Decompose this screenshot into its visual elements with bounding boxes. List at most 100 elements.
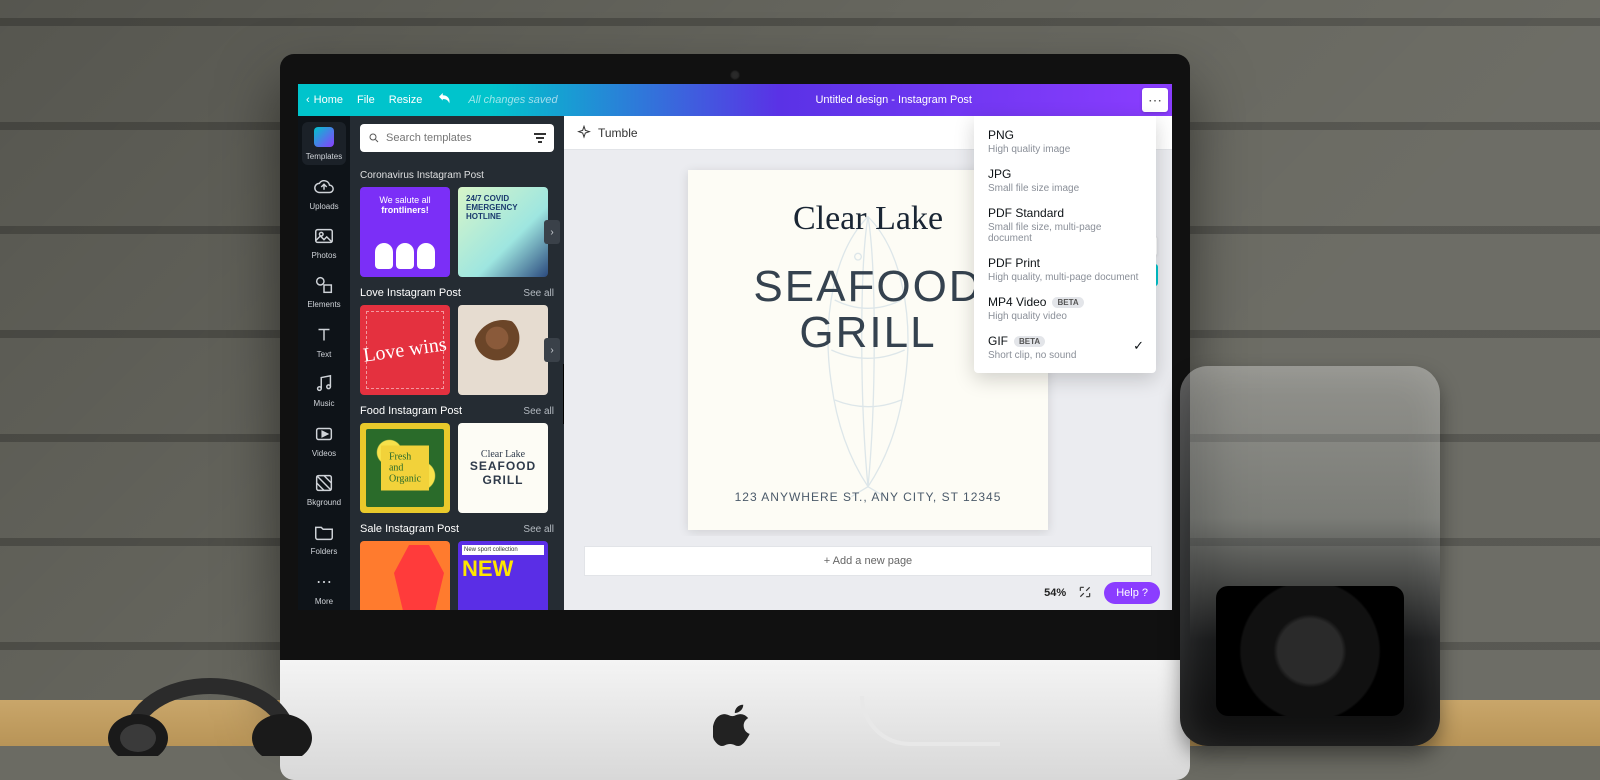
fullscreen-button[interactable]	[1078, 585, 1092, 602]
filter-icon[interactable]	[534, 133, 546, 143]
add-page-button[interactable]: + Add a new page	[584, 546, 1152, 576]
undo-button[interactable]	[436, 90, 454, 111]
rail-templates[interactable]: Templates	[302, 122, 346, 165]
template-thumb[interactable]: 24/7 COVIDEMERGENCYHOTLINE	[458, 187, 548, 277]
thumb-text: Organic	[366, 608, 404, 610]
rail-uploads[interactable]: Uploads	[302, 171, 346, 214]
option-desc: High quality, multi-page document	[988, 272, 1142, 283]
search-input[interactable]	[386, 132, 528, 144]
search-box[interactable]	[360, 124, 554, 152]
section-title: Love Instagram Post	[360, 287, 461, 299]
option-desc: High quality video	[988, 311, 1142, 322]
option-desc: Short clip, no sound	[988, 350, 1142, 361]
background-icon	[313, 472, 335, 494]
imac-frame: ‹ Home File Resize All changes saved Unt…	[280, 54, 1190, 694]
app-body: Templates Uploads Photos Elements Text	[298, 116, 1172, 610]
option-title: PDF Print	[988, 256, 1142, 270]
scroll-right-button[interactable]: ›	[544, 220, 560, 244]
rail-elements[interactable]: Elements	[302, 270, 346, 313]
rail-label: Music	[314, 399, 335, 408]
export-dropdown: PNG High quality image JPG Small file si…	[974, 116, 1156, 373]
search-icon	[368, 131, 380, 145]
template-thumb[interactable]: Love wins	[360, 305, 450, 395]
help-button[interactable]: Help ?	[1104, 582, 1160, 604]
export-option-pdf-standard[interactable]: PDF Standard Small file size, multi-page…	[974, 200, 1156, 250]
rail-label: Templates	[306, 152, 342, 161]
beta-badge: BETA	[1052, 297, 1083, 308]
file-menu[interactable]: File	[357, 94, 375, 106]
video-icon	[313, 423, 335, 445]
rail-folders[interactable]: Folders	[302, 517, 346, 560]
document-title[interactable]: Untitled design - Instagram Post	[815, 94, 972, 106]
rail-label: Folders	[311, 547, 338, 556]
rail-label: Videos	[312, 449, 336, 458]
design-address[interactable]: 123 ANYWHERE ST., ANY CITY, ST 12345	[735, 490, 1002, 504]
scroll-right-button[interactable]: ›	[544, 338, 560, 362]
zoom-level[interactable]: 54%	[1044, 587, 1066, 599]
rail-label: Text	[317, 350, 332, 359]
beta-badge: BETA	[1014, 336, 1045, 347]
design-heading-main[interactable]: SEAFOOD GRILL	[753, 264, 982, 356]
templates-panel: Coronavirus Instagram Post We salute all…	[350, 116, 564, 610]
rail-label: Uploads	[309, 202, 338, 211]
template-thumb[interactable]: New sport collection NEW	[458, 541, 548, 610]
section-title: Sale Instagram Post	[360, 523, 459, 535]
thumb-text: New sport collection	[462, 545, 544, 555]
export-option-mp4[interactable]: MP4 VideoBETA High quality video	[974, 289, 1156, 328]
home-label: Home	[314, 94, 343, 106]
export-option-jpg[interactable]: JPG Small file size image	[974, 161, 1156, 200]
ellipsis-icon: ⋯	[1148, 92, 1162, 109]
canvas-area: Tumble × ⌄ PNG High quality image JPG	[564, 116, 1172, 610]
thumb-text: 24/7 COVID	[466, 194, 509, 203]
more-options-button[interactable]: ⋯	[1142, 88, 1168, 112]
thumb-text: Fresh and Organic	[381, 446, 429, 491]
rail-background[interactable]: Bkground	[302, 468, 346, 511]
template-thumb[interactable]: Organic	[360, 541, 450, 610]
bottom-bar: 54% Help ?	[564, 576, 1172, 610]
rail-more[interactable]: ⋯ More	[302, 567, 346, 610]
rail-music[interactable]: Music	[302, 369, 346, 412]
imac-chin	[280, 660, 1190, 780]
home-button[interactable]: ‹ Home	[306, 94, 343, 106]
expand-icon	[1078, 585, 1092, 599]
thumb-text: We salute all	[379, 195, 430, 205]
option-desc: High quality image	[988, 144, 1142, 155]
folder-icon	[313, 521, 335, 543]
export-option-pdf-print[interactable]: PDF Print High quality, multi-page docum…	[974, 250, 1156, 289]
section-title: Coronavirus Instagram Post	[360, 170, 484, 181]
rail-label: Elements	[307, 300, 340, 309]
chevron-right-icon: ›	[550, 345, 553, 356]
export-option-png[interactable]: PNG High quality image	[974, 122, 1156, 161]
option-desc: Small file size, multi-page document	[988, 222, 1142, 244]
design-heading-script[interactable]: Clear Lake	[793, 200, 943, 238]
option-title: GIF	[988, 334, 1008, 348]
template-thumb[interactable]	[458, 305, 548, 395]
chevron-right-icon: ›	[550, 227, 553, 238]
apple-logo-icon	[713, 702, 757, 758]
resize-menu[interactable]: Resize	[389, 94, 423, 106]
option-desc: Small file size image	[988, 183, 1142, 194]
see-all-link[interactable]: See all	[523, 288, 554, 299]
rail-text[interactable]: Text	[302, 320, 346, 363]
thumb-text: Love wins	[362, 333, 448, 367]
ellipsis-icon: ⋯	[313, 571, 335, 593]
thumb-text: SEAFOOD	[470, 459, 536, 473]
thumb-text: EMERGENCY	[466, 203, 518, 212]
see-all-link[interactable]: See all	[523, 524, 554, 535]
template-thumb[interactable]: Fresh and Organic	[360, 423, 450, 513]
screen: ‹ Home File Resize All changes saved Unt…	[298, 84, 1172, 610]
rail-photos[interactable]: Photos	[302, 221, 346, 264]
export-option-gif[interactable]: GIFBETA Short clip, no sound ✓	[974, 328, 1156, 367]
template-thumb[interactable]: We salute all frontliners!	[360, 187, 450, 277]
rail-videos[interactable]: Videos	[302, 418, 346, 461]
see-all-link[interactable]: See all	[523, 406, 554, 417]
option-title: PNG	[988, 128, 1142, 142]
toolbar-tool[interactable]: Tumble	[598, 126, 638, 140]
photo-icon	[313, 225, 335, 247]
template-thumb[interactable]: Clear Lake SEAFOODGRILL	[458, 423, 548, 513]
save-status: All changes saved	[468, 94, 557, 106]
top-bar: ‹ Home File Resize All changes saved Unt…	[298, 84, 1172, 116]
headphones-prop	[90, 606, 330, 756]
text-icon	[313, 324, 335, 346]
design-text: GRILL	[799, 308, 936, 357]
